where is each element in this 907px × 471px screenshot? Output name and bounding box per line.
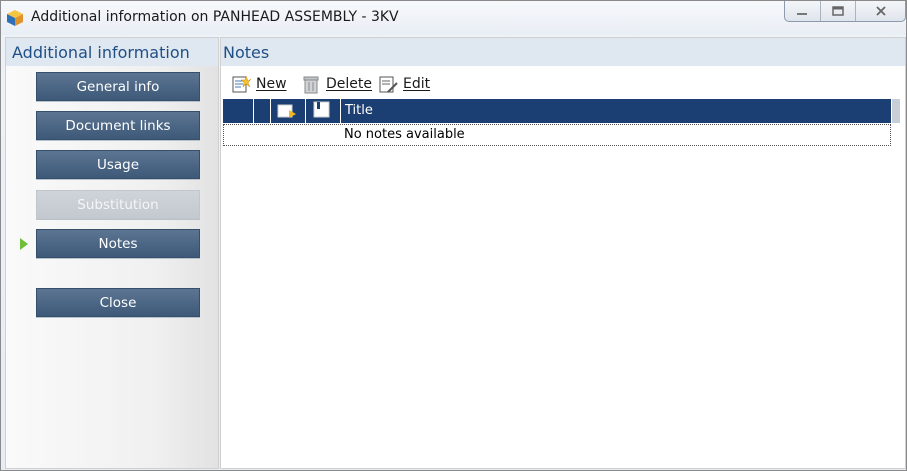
minimize-icon bbox=[797, 13, 808, 15]
column-header-attachment[interactable] bbox=[271, 99, 306, 123]
notes-panel: Notes New Delete Edit Title No notes ava… bbox=[220, 37, 906, 469]
column-header-blank-2[interactable] bbox=[254, 99, 271, 123]
edit-note-icon bbox=[379, 76, 398, 93]
trash-icon bbox=[303, 76, 319, 94]
column-header-blank-1[interactable] bbox=[223, 99, 254, 123]
notes-panel-title: Notes bbox=[223, 43, 270, 62]
close-button[interactable] bbox=[856, 1, 905, 21]
caption-buttons bbox=[784, 1, 906, 22]
notes-button[interactable]: Notes bbox=[36, 229, 200, 258]
dialog-window: Additional information on PANHEAD ASSEMB… bbox=[0, 0, 907, 471]
notes-toolbar: New Delete Edit bbox=[221, 66, 905, 98]
new-note-button[interactable]: New bbox=[231, 74, 287, 94]
left-panel-title: Additional information bbox=[12, 43, 190, 62]
close-icon bbox=[876, 6, 886, 16]
column-header-title[interactable]: Title bbox=[345, 103, 373, 118]
column-header-note[interactable] bbox=[306, 99, 341, 123]
left-navigation-panel: Additional information General info Docu… bbox=[5, 37, 219, 469]
general-info-button[interactable]: General info bbox=[36, 72, 200, 101]
delete-note-label: Delete bbox=[326, 76, 372, 92]
substitution-button: Substitution bbox=[36, 190, 200, 219]
usage-button[interactable]: Usage bbox=[36, 150, 200, 179]
left-panel-body: General info Document links Usage Substi… bbox=[6, 66, 218, 468]
edit-note-label: Edit bbox=[403, 76, 431, 92]
attachment-icon bbox=[277, 104, 296, 118]
edit-note-button[interactable]: Edit bbox=[378, 74, 430, 94]
app-cube-icon bbox=[7, 10, 23, 26]
left-panel-header: Additional information bbox=[6, 38, 218, 66]
selected-arrow-icon bbox=[20, 238, 28, 250]
note-icon bbox=[313, 101, 330, 118]
document-links-button[interactable]: Document links bbox=[36, 111, 200, 140]
new-note-icon bbox=[232, 75, 251, 93]
maximize-icon bbox=[832, 6, 844, 16]
title-bar[interactable]: Additional information on PANHEAD ASSEMB… bbox=[1, 1, 906, 35]
window-title: Additional information on PANHEAD ASSEMB… bbox=[31, 9, 399, 25]
table-header-row: Title bbox=[223, 99, 891, 123]
minimize-button[interactable] bbox=[785, 1, 821, 21]
table-empty-row: No notes available bbox=[223, 124, 891, 146]
close-dialog-button[interactable]: Close bbox=[36, 288, 200, 317]
maximize-button[interactable] bbox=[821, 1, 857, 21]
new-note-label: New bbox=[256, 76, 287, 92]
empty-table-message: No notes available bbox=[344, 127, 465, 142]
delete-note-button[interactable]: Delete bbox=[301, 74, 372, 94]
table-scrollbar[interactable] bbox=[892, 99, 900, 123]
notes-panel-header: Notes bbox=[221, 38, 905, 66]
